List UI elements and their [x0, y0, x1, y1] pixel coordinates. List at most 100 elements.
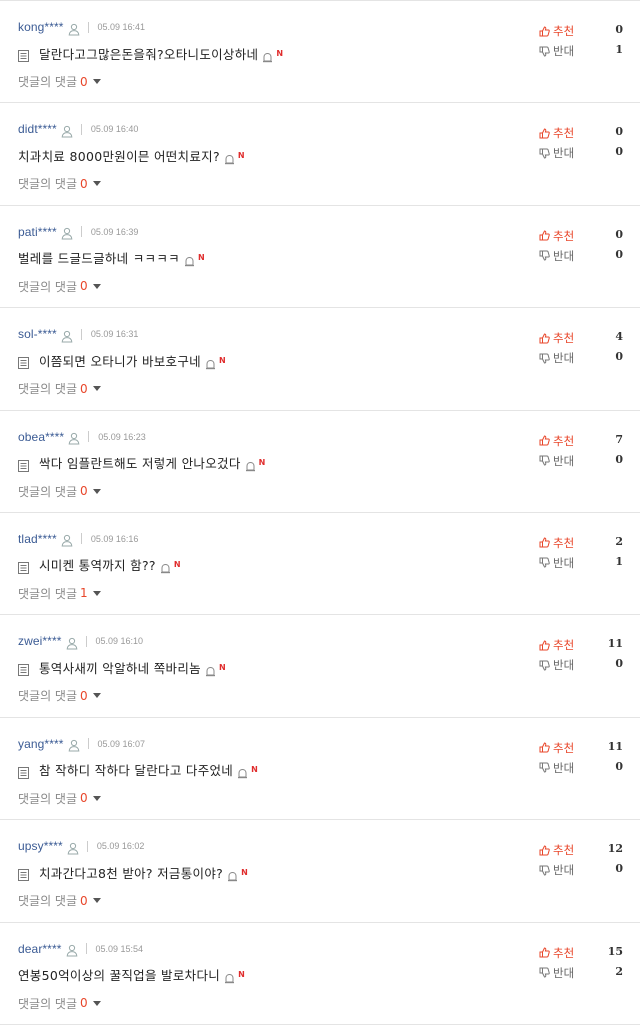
comment-author[interactable]: pati**** [18, 225, 57, 239]
user-icon[interactable] [68, 21, 80, 35]
comment-body: 치과치료 8000만원이믄 어떤치료지? N [18, 146, 245, 165]
comment-item: upsy**** 05.09 16:02 치과간다고8천 받아? 저금통이야? … [0, 820, 640, 923]
comment-body: 통역사새끼 악알하네 쪽바리놈 N [18, 658, 226, 677]
replies-toggle[interactable]: 댓글의 댓글 0 [18, 892, 101, 909]
comment-author[interactable]: didt**** [18, 122, 57, 136]
comment-timestamp: 05.09 16:41 [97, 22, 146, 32]
report-icon[interactable] [184, 252, 195, 267]
recommend-button[interactable]: 추천 [539, 23, 574, 39]
comment-author[interactable]: sol-**** [18, 327, 57, 341]
replies-toggle[interactable]: 댓글의 댓글 0 [18, 995, 101, 1012]
user-icon[interactable] [66, 635, 78, 650]
replies-toggle[interactable]: 댓글의 댓글 0 [18, 483, 101, 500]
comment-author[interactable]: yang**** [18, 737, 64, 751]
replies-toggle[interactable]: 댓글의 댓글 0 [18, 687, 101, 704]
meta-divider [85, 635, 87, 647]
comment-author[interactable]: upsy**** [18, 839, 63, 853]
report-icon[interactable] [205, 355, 216, 369]
replies-toggle[interactable]: 댓글의 댓글 0 [18, 73, 101, 90]
recommend-button[interactable]: 추천 [539, 740, 574, 756]
comment-text: 싹다 임플란트해도 저렇게 안나오겄다 [39, 456, 241, 472]
user-icon[interactable] [61, 328, 73, 343]
comment-text: 통역사새끼 악알하네 쪽바리놈 [39, 660, 201, 676]
document-icon [18, 47, 29, 62]
oppose-button[interactable]: 반대 [539, 145, 574, 161]
user-icon[interactable] [68, 430, 80, 445]
replies-toggle[interactable]: 댓글의 댓글 0 [18, 175, 101, 192]
report-icon[interactable] [237, 764, 248, 779]
replies-label: 댓글의 댓글 [18, 689, 78, 704]
recommend-count: 4 [615, 330, 623, 344]
replies-toggle[interactable]: 댓글의 댓글 1 [18, 585, 101, 602]
oppose-button[interactable]: 반대 [539, 453, 574, 469]
replies-toggle[interactable]: 댓글의 댓글 0 [18, 790, 101, 807]
comment-timestamp: 05.09 16:07 [97, 738, 146, 749]
comment-author[interactable]: kong**** [18, 20, 64, 34]
report-icon[interactable] [224, 969, 235, 984]
comment-item: kong**** 05.09 16:41 달란다고그많은돈을줘?오타니도이상하네… [0, 1, 640, 104]
recommend-button[interactable]: 추천 [539, 228, 574, 244]
oppose-button[interactable]: 반대 [539, 555, 574, 571]
caret-down-icon [92, 488, 101, 494]
recommend-label: 추천 [553, 126, 575, 141]
thumbs-down-icon [539, 557, 553, 568]
replies-label: 댓글의 댓글 [18, 382, 78, 397]
oppose-button[interactable]: 반대 [539, 760, 574, 776]
recommend-button[interactable]: 추천 [539, 637, 574, 653]
comment-author[interactable]: obea**** [18, 430, 64, 444]
caret-down-icon [92, 693, 101, 699]
meta-divider [80, 328, 82, 340]
comment-author[interactable]: zwei**** [18, 634, 62, 648]
user-icon[interactable] [67, 840, 79, 855]
replies-toggle[interactable]: 댓글의 댓글 0 [18, 278, 101, 295]
meta-divider [87, 738, 89, 750]
report-icon[interactable] [160, 559, 171, 574]
recommend-button[interactable]: 추천 [539, 433, 574, 449]
oppose-label: 반대 [553, 146, 575, 161]
oppose-button[interactable]: 반대 [539, 43, 574, 59]
oppose-count: 0 [615, 862, 623, 876]
user-icon[interactable] [61, 532, 73, 547]
oppose-label: 반대 [553, 351, 575, 366]
replies-count: 0 [80, 176, 88, 191]
replies-count: 0 [80, 996, 88, 1011]
recommend-label: 추천 [553, 331, 575, 346]
report-icon[interactable] [205, 662, 216, 677]
oppose-button[interactable]: 반대 [539, 965, 574, 981]
user-icon[interactable] [61, 123, 73, 138]
recommend-button[interactable]: 추천 [539, 330, 574, 346]
document-icon [18, 866, 29, 882]
comment-item: didt**** 05.09 16:40 치과치료 8000만원이믄 어떤치료지… [0, 103, 640, 206]
report-icon[interactable] [224, 150, 235, 165]
oppose-label: 반대 [553, 863, 575, 878]
oppose-count: 0 [615, 247, 623, 261]
oppose-button[interactable]: 반대 [539, 350, 574, 366]
comment-timestamp: 05.09 16:31 [90, 329, 139, 340]
comment-author[interactable]: dear**** [18, 942, 62, 956]
oppose-button[interactable]: 반대 [539, 248, 574, 264]
report-icon[interactable] [227, 867, 238, 881]
comment-item: sol-**** 05.09 16:31 이쯤되면 오타니가 바보호구네 N 댓… [0, 308, 640, 411]
oppose-button[interactable]: 반대 [539, 657, 574, 673]
comment-list: kong**** 05.09 16:41 달란다고그많은돈을줘?오타니도이상하네… [0, 0, 640, 1025]
oppose-count: 1 [615, 554, 623, 568]
comment-author[interactable]: tlad**** [18, 532, 57, 546]
recommend-button[interactable]: 추천 [539, 842, 574, 858]
replies-label: 댓글의 댓글 [18, 894, 78, 909]
replies-toggle[interactable]: 댓글의 댓글 0 [18, 380, 101, 397]
recommend-button[interactable]: 추천 [539, 125, 574, 141]
oppose-label: 반대 [553, 248, 575, 263]
replies-label: 댓글의 댓글 [18, 586, 78, 601]
user-icon[interactable] [61, 225, 73, 240]
oppose-button[interactable]: 반대 [539, 862, 574, 878]
recommend-button[interactable]: 추천 [539, 535, 574, 551]
oppose-label: 반대 [553, 658, 575, 673]
report-icon[interactable] [245, 457, 256, 472]
recommend-button[interactable]: 추천 [539, 945, 574, 961]
user-icon[interactable] [66, 942, 78, 957]
user-icon[interactable] [68, 737, 80, 752]
recommend-count: 11 [607, 739, 623, 753]
recommend-count: 0 [615, 23, 623, 36]
report-icon[interactable] [262, 48, 273, 62]
oppose-count: 0 [615, 145, 623, 159]
